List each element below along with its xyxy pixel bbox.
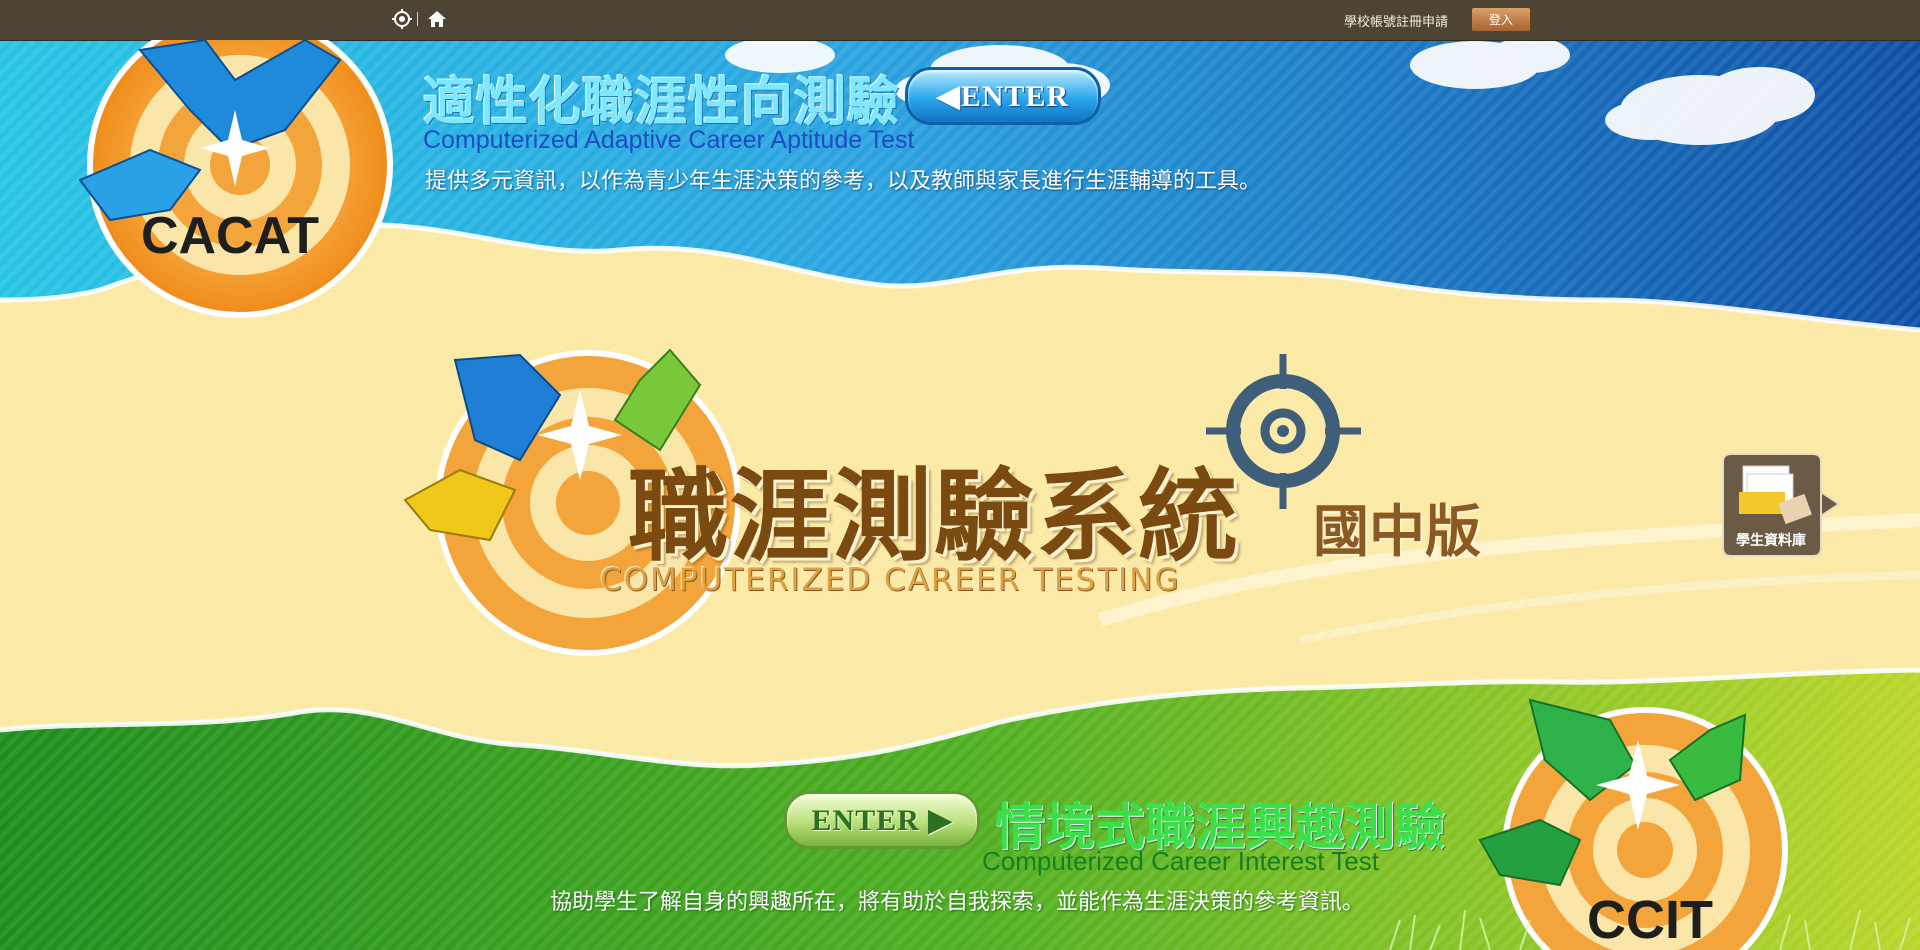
main-subtitle: COMPUTERIZED CAREER TESTING: [600, 562, 1181, 598]
login-button[interactable]: 登入: [1471, 7, 1531, 32]
ccit-enter-button[interactable]: ENTER ▶: [784, 791, 980, 849]
ccit-description: 協助學生了解自身的興趣所在，將有助於自我探索，並能作為生涯決策的參考資訊。: [550, 890, 1365, 915]
cacat-description: 提供多元資訊，以作為青少年生涯決策的參考，以及教師與家長進行生涯輔導的工具。: [425, 169, 1262, 194]
student-database-button[interactable]: 學生資料庫: [1721, 452, 1841, 558]
edition-label: 國中版: [1313, 500, 1481, 565]
cacat-logo[interactable]: CACAT: [70, 40, 400, 320]
top-bar: 學校帳號註冊申請 登入: [0, 0, 1920, 41]
cacat-title: 適性化職涯性向測驗: [423, 73, 901, 133]
divider: [417, 12, 418, 26]
school-account-register-link[interactable]: 學校帳號註冊申請: [1344, 11, 1448, 30]
cacat-logo-text: CACAT: [141, 207, 319, 265]
target-icon[interactable]: [392, 9, 412, 33]
student-database-label: 學生資料庫: [1736, 533, 1806, 549]
home-icon[interactable]: [427, 9, 447, 33]
cacat-enter-button[interactable]: ◀ENTER: [905, 67, 1101, 125]
ccit-subtitle: Computerized Career Interest Test: [982, 846, 1379, 876]
main-title: 職涯測驗系統: [628, 457, 1240, 575]
grass-decoration: [1389, 909, 1911, 950]
cacat-subtitle: Computerized Adaptive Career Aptitude Te…: [423, 126, 915, 154]
